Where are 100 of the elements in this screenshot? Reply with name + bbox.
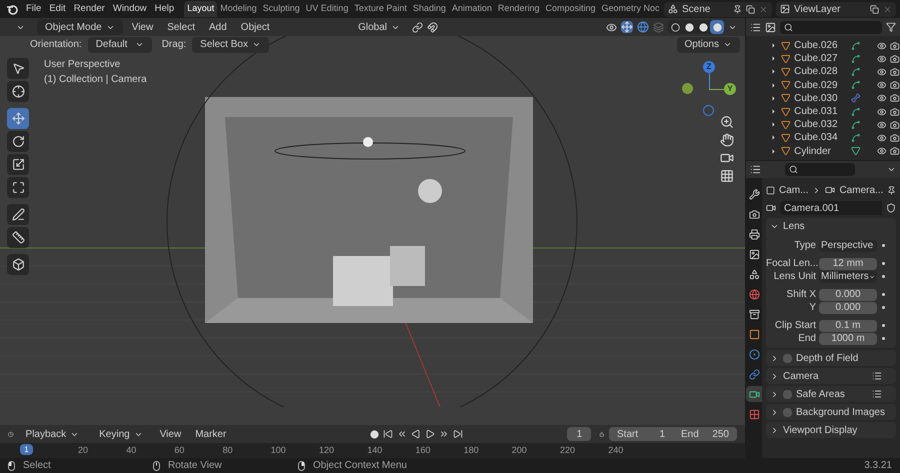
pin-icon[interactable] xyxy=(887,186,896,194)
menu-item[interactable]: File xyxy=(22,2,46,16)
subpanel-header[interactable]: Safe Areas xyxy=(766,386,896,402)
camera-icon[interactable] xyxy=(890,40,900,51)
menu-item[interactable]: Marker xyxy=(190,426,232,442)
start-field[interactable]: Start 1 xyxy=(609,426,673,442)
tool-button[interactable] xyxy=(7,227,29,248)
scene-selector[interactable]: Scene xyxy=(664,2,772,16)
options-dropdown[interactable]: Options xyxy=(676,36,740,52)
outliner-row[interactable]: Cube.028 xyxy=(754,65,900,79)
menu-item[interactable]: View xyxy=(154,426,186,442)
grid-icon[interactable] xyxy=(720,169,734,183)
eye-icon[interactable] xyxy=(876,80,886,90)
camera-icon[interactable] xyxy=(890,132,900,143)
outliner-row[interactable]: Cube.029 xyxy=(754,78,900,92)
tool-button[interactable] xyxy=(7,254,29,275)
checkbox[interactable] xyxy=(783,354,792,362)
number-field[interactable]: 12 mm xyxy=(819,258,877,270)
subpanel-header[interactable]: Viewport Display xyxy=(766,422,896,438)
editor-type-icon[interactable] xyxy=(750,164,761,175)
subpanel-header[interactable]: Depth of Field xyxy=(766,350,896,366)
view-layer-selector[interactable]: ViewLayer xyxy=(776,2,896,16)
play-reverse-icon[interactable] xyxy=(411,429,422,439)
menu-item[interactable]: Add xyxy=(204,20,232,34)
workspace-tab[interactable]: Compositing xyxy=(542,1,598,17)
presets-icon[interactable] xyxy=(872,371,882,381)
workspace-tab[interactable]: Geometry Noc xyxy=(598,1,663,17)
camera-icon[interactable] xyxy=(890,66,900,77)
next-keyframe-icon[interactable] xyxy=(439,429,450,439)
current-frame-field[interactable]: 1 xyxy=(567,427,592,441)
outliner-row[interactable]: Cube.032 xyxy=(754,118,900,132)
workspace-tab[interactable]: Sculpting xyxy=(260,1,303,17)
workspace-tab[interactable]: Shading xyxy=(410,1,449,17)
jump-start-icon[interactable] xyxy=(383,429,394,439)
chevron-icon[interactable] xyxy=(887,165,896,174)
camera-data-icon[interactable] xyxy=(766,203,776,213)
menu-item[interactable]: View xyxy=(126,20,158,34)
camera-icon[interactable] xyxy=(890,93,900,104)
eye-icon[interactable] xyxy=(876,120,886,130)
menu-item[interactable]: Help xyxy=(150,2,178,16)
eye-icon[interactable] xyxy=(876,40,886,51)
tool-button[interactable] xyxy=(7,58,29,79)
outliner-row[interactable]: Cylinder xyxy=(754,144,900,158)
outliner-row[interactable]: Cube.027 xyxy=(754,52,900,66)
number-field[interactable]: 1000 m xyxy=(819,332,877,344)
search-field[interactable] xyxy=(780,20,882,34)
link-icon[interactable] xyxy=(412,22,423,32)
tool-button[interactable] xyxy=(7,108,29,129)
camera-icon[interactable] xyxy=(890,146,900,156)
record-icon[interactable] xyxy=(370,430,380,438)
jump-end-icon[interactable] xyxy=(453,429,464,439)
zoom-icon[interactable] xyxy=(720,115,734,129)
playhead[interactable]: 1 xyxy=(20,444,33,455)
number-field[interactable]: 0.000 xyxy=(819,288,877,300)
dropdown-field[interactable]: Millimeters xyxy=(819,270,877,282)
workspace-tab[interactable]: Modeling xyxy=(217,1,260,17)
tool-button[interactable] xyxy=(7,154,29,175)
hand-icon[interactable] xyxy=(720,133,734,147)
tool-button[interactable] xyxy=(7,204,29,225)
menu-dropdown[interactable]: Playback xyxy=(18,426,88,442)
workspace-tab[interactable]: UV Editing xyxy=(302,1,352,17)
outliner-row[interactable]: Cube.031 xyxy=(754,104,900,118)
checkbox[interactable] xyxy=(783,408,792,416)
outliner-row[interactable]: Cube.026 xyxy=(754,39,900,52)
mode-dropdown[interactable]: Object Mode xyxy=(37,19,123,35)
menu-item[interactable]: Render xyxy=(70,2,109,16)
workspace-tab[interactable]: Layout xyxy=(184,1,218,17)
previous-keyframe-icon[interactable] xyxy=(397,429,408,439)
display-mode-icon[interactable] xyxy=(750,22,761,32)
funnel-icon[interactable] xyxy=(886,22,896,32)
eye-icon[interactable] xyxy=(606,22,617,32)
camera-icon[interactable] xyxy=(890,80,900,90)
datablock-field[interactable]: Camera.001 xyxy=(780,201,882,215)
menu-item[interactable]: Window xyxy=(108,2,151,16)
orientation-dropdown[interactable]: Default xyxy=(88,36,152,52)
menu-item[interactable]: Edit xyxy=(45,2,70,16)
subpanel-header[interactable]: Camera xyxy=(766,368,896,384)
outliner-row[interactable]: Cube.034 xyxy=(754,131,900,144)
camera-icon[interactable] xyxy=(890,54,900,64)
property-tab[interactable] xyxy=(746,386,762,402)
tool-button[interactable] xyxy=(7,177,29,198)
eye-icon[interactable] xyxy=(876,66,886,77)
eye-icon[interactable] xyxy=(876,132,886,143)
number-field[interactable]: 0.1 m xyxy=(819,320,877,332)
overlay-icon[interactable] xyxy=(637,21,649,33)
eye-icon[interactable] xyxy=(876,146,886,156)
menu-item[interactable]: Object xyxy=(236,20,275,34)
workspace-tab[interactable]: Texture Paint xyxy=(351,1,410,17)
search-field[interactable] xyxy=(785,163,855,176)
checkbox[interactable] xyxy=(783,390,792,398)
rendered-sphere-icon[interactable] xyxy=(710,20,724,34)
gizmo-icon[interactable] xyxy=(621,21,633,33)
subpanel-header[interactable]: Background Images xyxy=(766,404,896,420)
play-icon[interactable] xyxy=(425,429,436,439)
shield-icon[interactable] xyxy=(886,203,896,213)
tool-button[interactable] xyxy=(7,81,29,102)
eye-icon[interactable] xyxy=(876,93,886,104)
presets-icon[interactable] xyxy=(872,389,882,399)
menu-dropdown[interactable]: Keying xyxy=(91,426,151,442)
magnet-icon[interactable] xyxy=(427,22,438,32)
